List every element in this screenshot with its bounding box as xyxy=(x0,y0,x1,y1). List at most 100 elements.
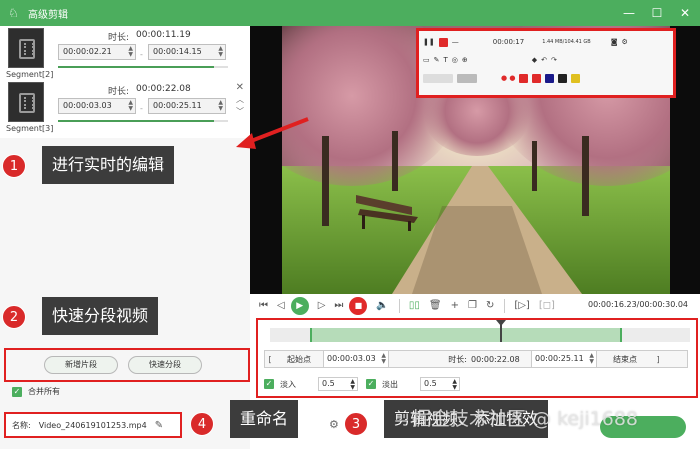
start-time-field[interactable]: 00:00:03.03 ▲ ▼ xyxy=(323,351,389,367)
chevron-up-icon[interactable]: ︿ xyxy=(236,94,244,105)
bracket-left-icon: [ xyxy=(268,354,272,364)
timeline-selection[interactable] xyxy=(310,328,622,342)
spinner-icon[interactable]: ▲ ▼ xyxy=(452,379,457,391)
fade-in-label: 淡入 xyxy=(280,379,296,389)
fade-out-label: 淡出 xyxy=(382,379,398,389)
trash-icon[interactable]: 🗑 xyxy=(429,300,442,312)
rabbit-logo-icon: ♘ xyxy=(8,6,19,20)
trim-in-icon[interactable]: [▷] xyxy=(514,300,530,312)
fade-out-field[interactable]: 0.5 ▲ ▼ xyxy=(420,377,460,391)
segment-thumbnail xyxy=(8,82,44,122)
start-point-button[interactable]: 起始点 xyxy=(275,354,323,365)
segment-end-time[interactable]: 00:00:25.11 ▲ ▼ xyxy=(148,98,226,114)
spinner-icon[interactable]: ▲ ▼ xyxy=(589,353,594,365)
play-button[interactable]: ▶ xyxy=(290,297,309,315)
edit-icon[interactable]: ✎ xyxy=(155,420,163,431)
pen-icon: ✎ xyxy=(433,56,440,64)
spinner-icon[interactable]: ▲ ▼ xyxy=(128,100,133,112)
color-swatch xyxy=(532,73,542,83)
trim-duration: 00:00:22.08 xyxy=(471,354,520,364)
spinner-icon[interactable]: ▲ ▼ xyxy=(128,46,133,58)
skip-end-icon[interactable]: ⏭ xyxy=(334,300,343,312)
range-dash: - xyxy=(140,104,143,113)
close-button[interactable]: ✕ xyxy=(678,6,692,20)
new-segment-button[interactable]: 新增片段 xyxy=(44,356,118,374)
fade-in-checkbox[interactable]: ✓ xyxy=(264,379,274,389)
playhead[interactable] xyxy=(496,320,506,342)
undo-icon: ↶ xyxy=(541,56,548,64)
annotation-arrow xyxy=(236,117,309,149)
annotation-badge: 2 xyxy=(2,305,26,329)
overlay-time: 00:00:17 xyxy=(492,38,525,46)
skip-start-icon[interactable]: ⏮ xyxy=(259,300,268,312)
spinner-icon[interactable]: ▲ ▼ xyxy=(381,353,386,365)
fade-in-field[interactable]: 0.5 ▲ ▼ xyxy=(318,377,358,391)
text-icon: T xyxy=(443,56,448,64)
filename-value: Video_240619101253.mp4 xyxy=(38,420,147,430)
reset-icon[interactable]: ↻ xyxy=(486,300,494,312)
segment-progress-fill xyxy=(58,66,215,68)
trim-editor: [ 起始点 00:00:03.03 ▲ ▼ 时长: 00:00:22.08 00:… xyxy=(256,318,698,398)
pause-icon: ❚❚ xyxy=(423,38,435,46)
segment-progress xyxy=(58,66,228,68)
segment-end-time[interactable]: 00:00:14.15 ▲ ▼ xyxy=(148,44,226,60)
color-swatch xyxy=(545,73,555,83)
title-bar: ♘ 高级剪辑 — ☐ ✕ xyxy=(0,0,700,26)
stop-button[interactable]: ■ xyxy=(349,297,368,315)
bracket-right-icon: ] xyxy=(656,354,660,364)
minimize-button[interactable]: — xyxy=(622,6,636,20)
split-icon[interactable]: ▯▯ xyxy=(409,300,420,312)
end-time-field[interactable]: 00:00:25.11 ▲ ▼ xyxy=(531,351,597,367)
duration-label: 时长: xyxy=(448,354,467,364)
segment-progress xyxy=(58,120,228,122)
spinner-icon[interactable]: ▲ ▼ xyxy=(218,100,223,112)
segment-duration: 00:00:11.19 xyxy=(136,30,191,40)
color-swatch xyxy=(457,73,477,83)
spinner-icon[interactable]: ▲ ▼ xyxy=(350,379,355,391)
annotation-callout: 进行实时的编辑 xyxy=(42,146,175,184)
segment-start-time[interactable]: 00:00:02.21 ▲ ▼ xyxy=(58,44,136,60)
step-forward-icon[interactable]: ▷ xyxy=(318,300,326,312)
watermark: 掘金技术社区 @ keji1688 xyxy=(412,408,639,430)
annotation-badge: 1 xyxy=(2,154,26,178)
spinner-icon[interactable]: ▲ ▼ xyxy=(218,46,223,58)
eraser-icon: ◆ xyxy=(531,56,538,64)
segment-buttons: 新增片段 快速分段 xyxy=(4,348,250,382)
fade-controls: ✓ 淡入 0.5 ▲ ▼ ✓ 淡出 0.5 ▲ ▼ xyxy=(264,376,460,392)
playback-toolbar: ⏮ ◁ ▶ ▷ ⏭ ■ 🔈 ▯▯ 🗑 + ❐ ↻ [▷] [◻] 00:00:1… xyxy=(250,294,700,318)
segment-item[interactable]: Segment[3] 时长: 00:00:22.08 00:00:03.03 ▲… xyxy=(0,80,250,138)
playback-time: 00:00:16.23/00:00:30.04 xyxy=(588,300,688,309)
timeline-track[interactable] xyxy=(270,320,690,342)
merge-all-checkbox[interactable]: ✓ xyxy=(12,386,22,397)
annotation-callout: 重命名 xyxy=(230,400,299,438)
film-icon xyxy=(19,93,35,113)
zoom-icon: ⊕ xyxy=(461,56,468,64)
step-back-icon[interactable]: ◁ xyxy=(277,300,285,312)
dot-icon: ● ● xyxy=(501,74,516,82)
maximize-button[interactable]: ☐ xyxy=(650,6,664,20)
quick-split-button[interactable]: 快速分段 xyxy=(128,356,202,374)
segment-start-time[interactable]: 00:00:03.03 ▲ ▼ xyxy=(58,98,136,114)
segment-progress-fill xyxy=(58,120,215,122)
merge-all-option[interactable]: ✓ 合并所有 xyxy=(12,386,60,397)
color-swatch xyxy=(558,73,568,83)
close-icon[interactable]: ✕ xyxy=(236,82,244,93)
color-swatch xyxy=(571,73,581,83)
copy-icon[interactable]: ❐ xyxy=(468,300,477,312)
fade-out-checkbox[interactable]: ✓ xyxy=(366,379,376,389)
add-icon[interactable]: + xyxy=(451,300,459,312)
duration-label: 时长: xyxy=(108,33,130,43)
gear-icon[interactable]: ⚙ xyxy=(329,418,339,431)
bench xyxy=(356,195,418,231)
volume-icon[interactable]: 🔈 xyxy=(376,300,388,312)
segment-thumbnail xyxy=(8,28,44,68)
snapshot-icon[interactable]: [◻] xyxy=(539,300,555,312)
segment-item[interactable]: Segment[2] 时长: 00:00:11.19 00:00:02.21 ▲… xyxy=(0,26,250,84)
end-point-button[interactable]: 结束点 xyxy=(597,354,653,365)
stop-icon xyxy=(438,37,448,47)
range-dash: - xyxy=(140,50,143,59)
filename-field[interactable]: 名称: Video_240619101253.mp4 ✎ xyxy=(4,412,182,438)
camera-icon: ◙ xyxy=(610,38,618,46)
segment-duration: 00:00:22.08 xyxy=(136,84,191,94)
segment-label: Segment[3] xyxy=(6,124,54,133)
